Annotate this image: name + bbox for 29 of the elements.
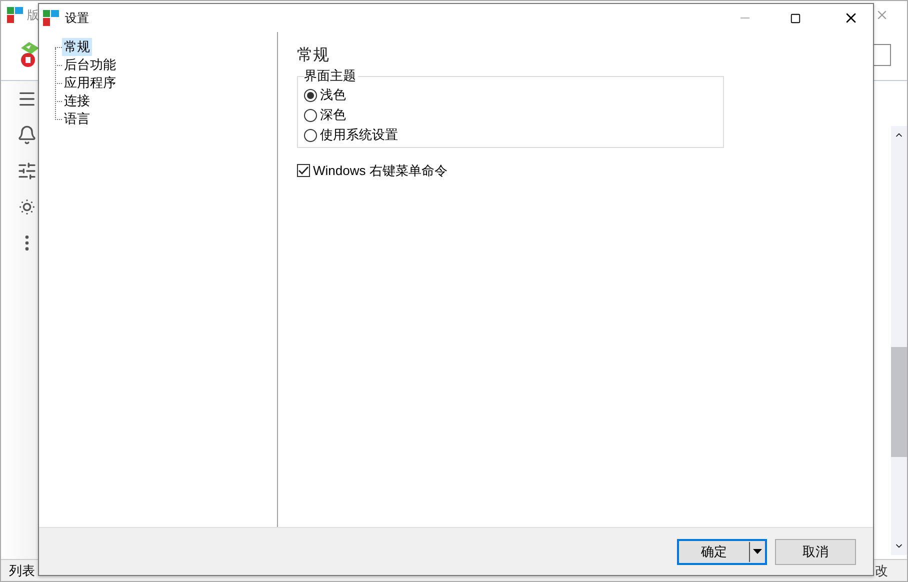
- status-text: 改: [875, 562, 888, 580]
- maximize-icon[interactable]: [790, 12, 801, 24]
- checkbox-label: Windows 右键菜单命令: [313, 162, 448, 180]
- radio-label: 深色: [320, 106, 346, 124]
- radio-button[interactable]: [304, 88, 317, 102]
- radio-button[interactable]: [304, 128, 317, 142]
- dialog-title: 设置: [65, 10, 89, 27]
- app-logo-icon: [7, 7, 23, 23]
- tree-item[interactable]: 语言: [62, 110, 92, 128]
- radio-label: 使用系统设置: [320, 126, 398, 144]
- tree-item[interactable]: 应用程序: [62, 74, 118, 92]
- tree-item[interactable]: 连接: [62, 92, 92, 110]
- bell-icon[interactable]: [17, 125, 37, 145]
- tree-item[interactable]: 后台功能: [62, 56, 118, 74]
- checkbox[interactable]: [297, 164, 310, 178]
- dialog-logo-icon: [43, 10, 59, 26]
- radio-button[interactable]: [304, 108, 317, 122]
- radio-label: 浅色: [320, 86, 346, 104]
- scrollbar[interactable]: [891, 126, 907, 555]
- tree-item[interactable]: 常规: [62, 38, 92, 56]
- window-title: 版: [27, 7, 39, 24]
- section-title: 常规: [297, 46, 330, 66]
- settings-sliders-icon[interactable]: [17, 161, 37, 181]
- group-title: 界面主题: [304, 68, 358, 84]
- status-text: 列表: [9, 562, 35, 580]
- cancel-button[interactable]: 取消: [775, 538, 856, 564]
- ok-split-button[interactable]: 确定: [677, 538, 767, 564]
- brightness-icon[interactable]: [17, 197, 37, 217]
- caret-icon: [750, 549, 765, 554]
